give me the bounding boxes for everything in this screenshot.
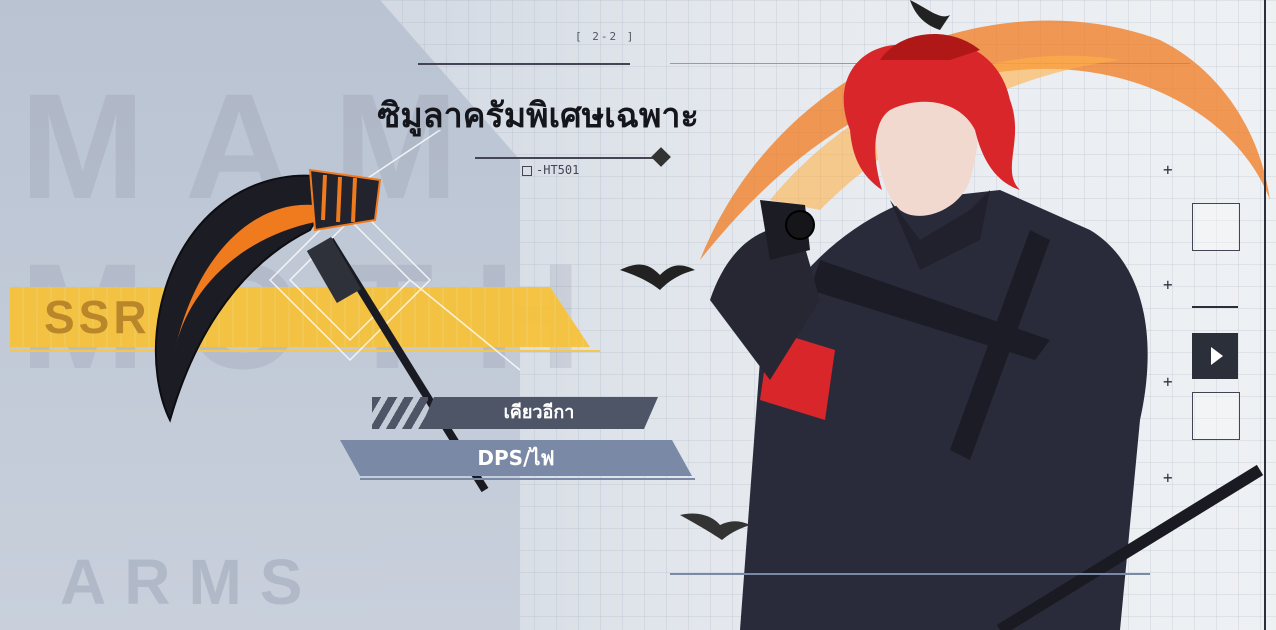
play-button[interactable] bbox=[1192, 333, 1238, 379]
watermark-line-3: ARMS bbox=[60, 546, 321, 618]
code-tag: -HT501 bbox=[522, 163, 579, 177]
side-divider bbox=[1192, 306, 1238, 308]
sunglasses bbox=[785, 210, 815, 240]
header-divider-left bbox=[418, 63, 630, 65]
plus-icon: + bbox=[1163, 275, 1173, 294]
plus-icon: + bbox=[1163, 160, 1173, 179]
frame-box-bottom bbox=[1192, 392, 1240, 440]
banner-stage: MAM MOTH ARMS SSR [ 2-2 ] ซิมูลาครัมพิเศ… bbox=[0, 0, 1276, 630]
role-underline bbox=[360, 478, 695, 480]
plus-icon: + bbox=[1163, 468, 1173, 487]
play-icon bbox=[1211, 347, 1223, 365]
scythe-head bbox=[308, 168, 382, 232]
weapon-role-tag: DPS/ไฟ bbox=[340, 440, 692, 476]
right-frame-border bbox=[1264, 0, 1266, 630]
bottom-divider bbox=[670, 573, 1150, 575]
square-icon bbox=[522, 165, 532, 176]
character-art bbox=[620, 0, 1270, 630]
code-tag-text: -HT501 bbox=[536, 163, 580, 177]
tag-stripes bbox=[372, 397, 428, 429]
plus-icon: + bbox=[1163, 372, 1173, 391]
frame-box-top bbox=[1192, 203, 1240, 251]
bat-silhouette bbox=[620, 264, 695, 290]
weapon-name-tag: เคียวอีกา bbox=[420, 397, 658, 429]
bat-silhouette bbox=[680, 513, 750, 540]
rarity-label: SSR bbox=[44, 291, 151, 343]
